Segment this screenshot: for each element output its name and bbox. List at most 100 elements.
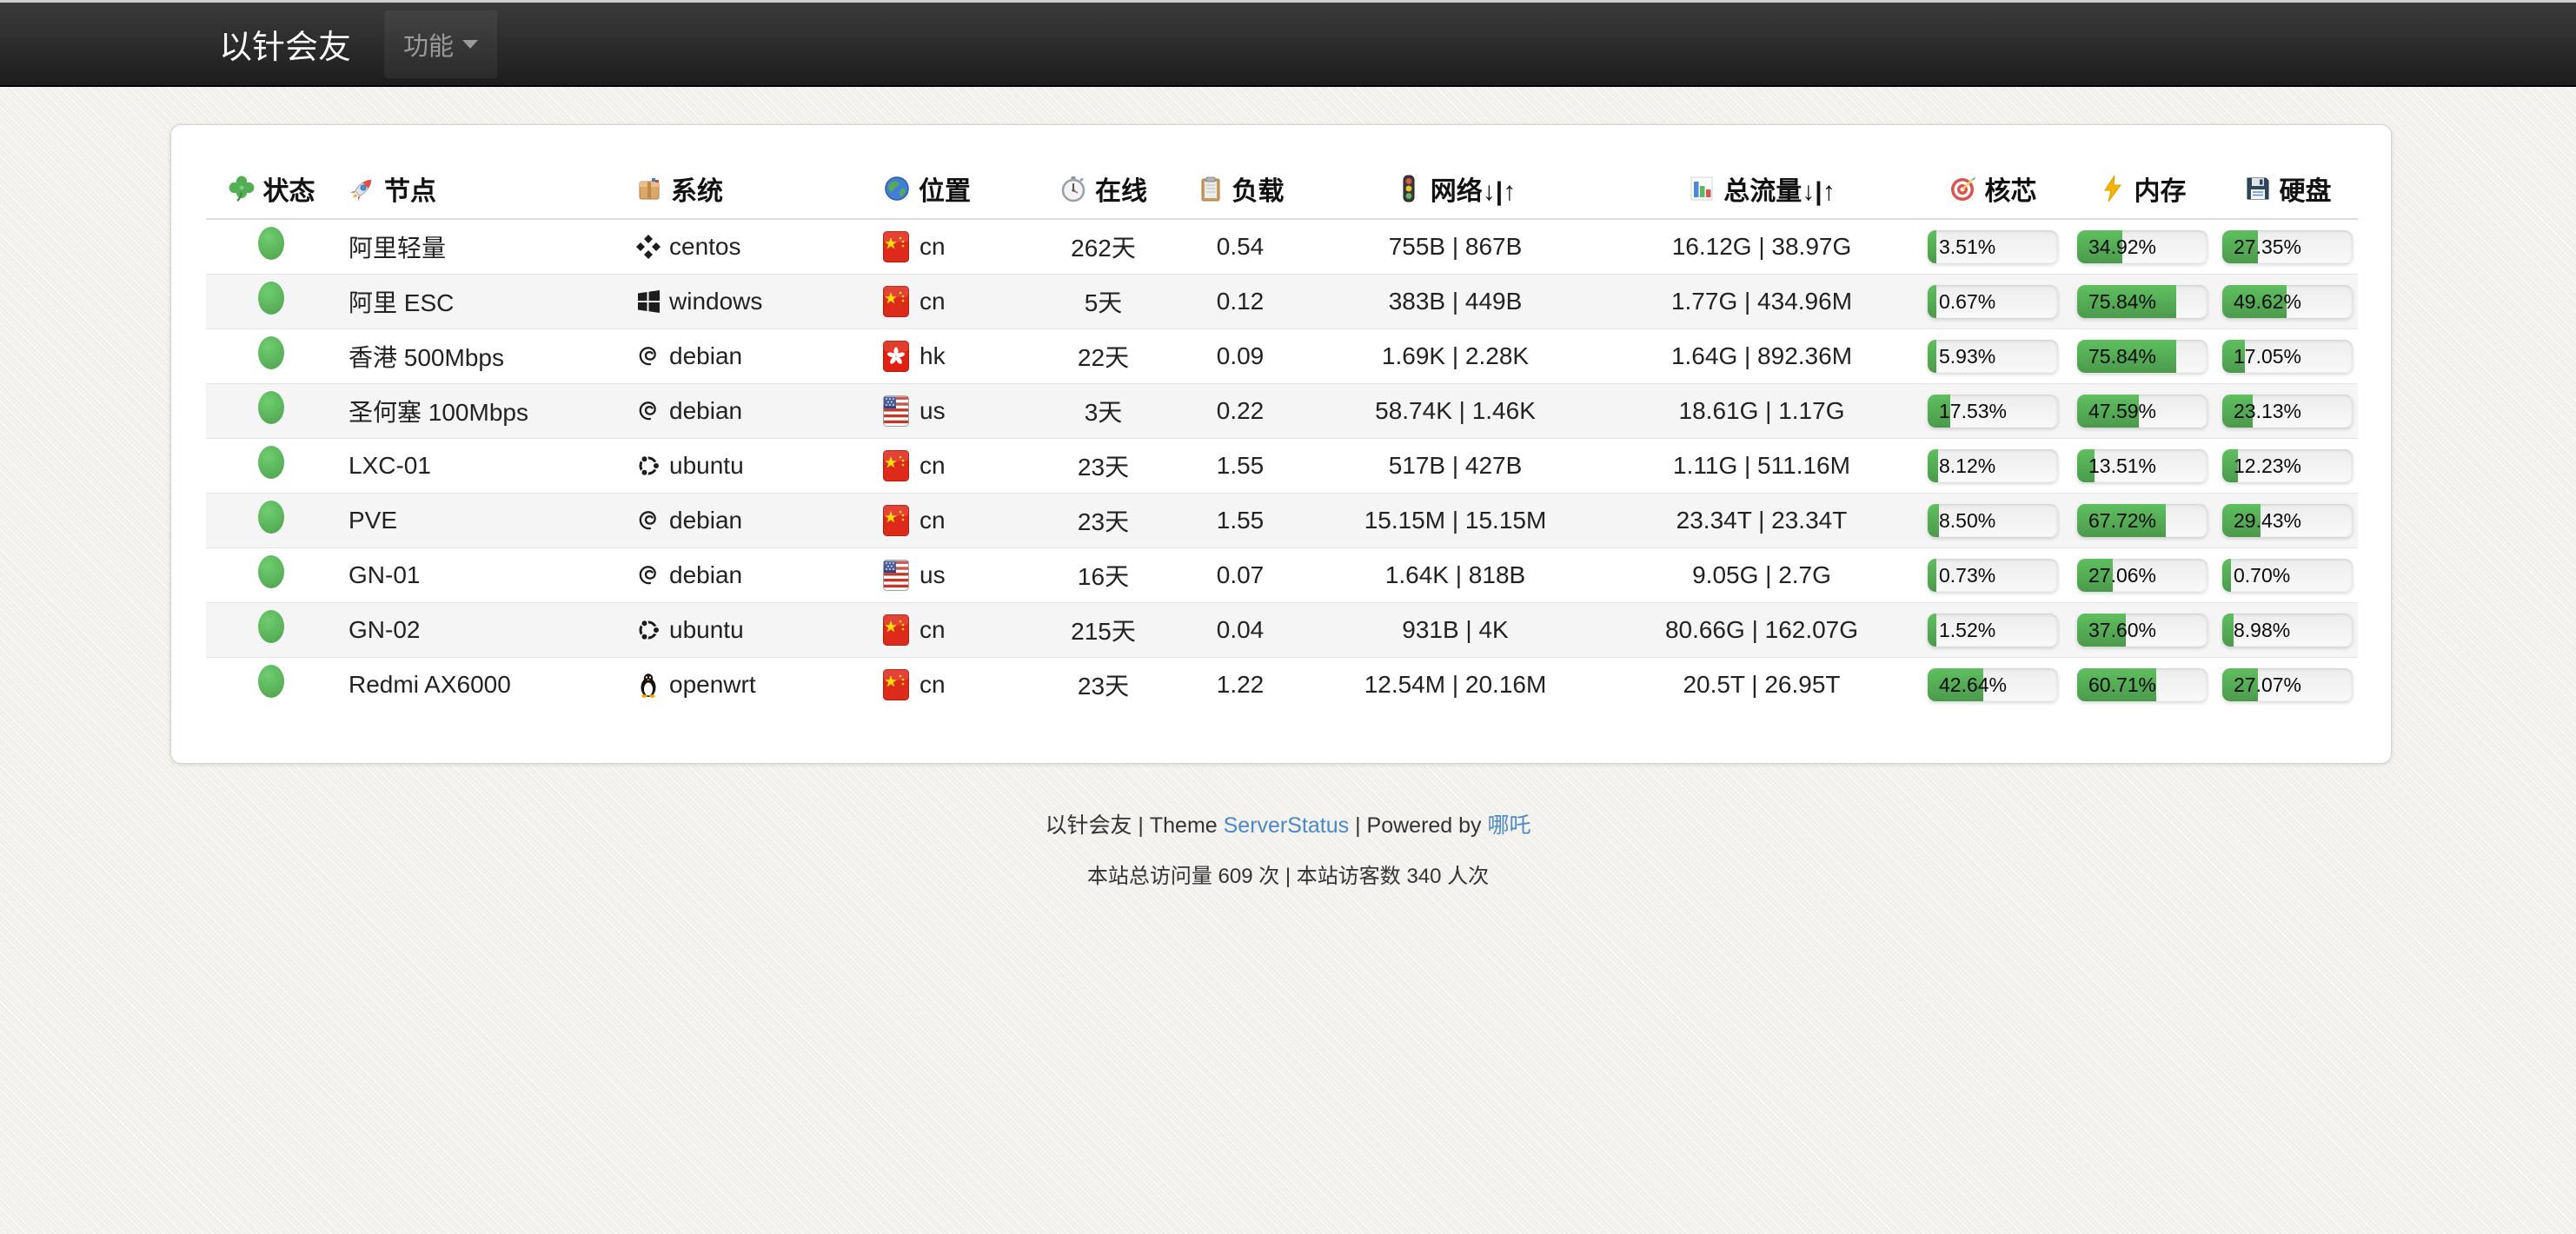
server-row[interactable]: GN-02ubuntucn215天0.04931B | 4K80.66G | 1… — [206, 602, 2358, 657]
chevron-down-icon — [462, 40, 478, 49]
load-value: 0.12 — [1175, 274, 1305, 328]
os-name: centos — [669, 233, 741, 261]
ubuntu-icon — [635, 617, 661, 643]
uptime-value: 23天 — [1032, 657, 1175, 712]
features-menu-button[interactable]: 功能 — [384, 10, 497, 78]
theme-link[interactable]: ServerStatus — [1224, 813, 1350, 838]
target-icon — [1949, 175, 1977, 202]
server-status-panel: 状态节点系统位置在线负载网络↓|↑总流量↓|↑核芯内存硬盘 阿里轻量centos… — [170, 124, 2392, 764]
openwrt-icon — [635, 672, 661, 698]
traffic-value: 1.11G | 511.16M — [1605, 438, 1918, 493]
os-name: ubuntu — [669, 452, 744, 480]
node-name: LXC-01 — [336, 438, 623, 493]
os-name: openwrt — [669, 671, 756, 699]
disk-usage-value: 8.98% — [2234, 614, 2290, 647]
node-name: 圣何塞 100Mbps — [336, 383, 623, 438]
server-row[interactable]: PVEdebiancn23天1.5515.15M | 15.15M23.34T … — [206, 493, 2358, 547]
location-code: hk — [920, 342, 946, 370]
hk-flag-icon — [883, 341, 909, 372]
cpu-usage-value: 0.73% — [1939, 559, 1995, 592]
cn-flag-icon — [883, 614, 909, 646]
os-name: ubuntu — [669, 616, 744, 644]
bar-chart-icon — [1688, 175, 1716, 202]
network-value: 931B | 4K — [1305, 602, 1605, 657]
os-name: debian — [669, 342, 742, 370]
cn-flag-icon — [883, 286, 909, 317]
column-header-label: 状态 — [263, 169, 315, 208]
disk-usage-value: 27.35% — [2234, 230, 2301, 263]
disk-usage-value: 29.43% — [2234, 504, 2301, 537]
cpu-usage-value: 0.67% — [1939, 285, 1995, 318]
cpu-usage-value: 8.50% — [1939, 504, 1995, 537]
ram-usage-bar: 34.92% — [2077, 230, 2208, 263]
load-value: 1.55 — [1175, 438, 1305, 493]
network-value: 15.15M | 15.15M — [1305, 493, 1605, 547]
ram-usage-bar: 75.84% — [2077, 285, 2208, 318]
uptime-value: 22天 — [1032, 328, 1175, 383]
ram-usage-bar: 47.59% — [2077, 395, 2208, 428]
cpu-usage-bar: 8.50% — [1928, 504, 2058, 537]
stopwatch-icon — [1059, 175, 1087, 202]
navbar: 以针会友 功能 — [0, 3, 2576, 87]
status-online-dot — [258, 555, 284, 588]
column-header-node: 节点 — [336, 158, 623, 219]
column-header-label: 系统 — [671, 169, 723, 208]
disk-usage-bar: 27.35% — [2222, 230, 2353, 263]
location-code: us — [920, 397, 946, 425]
debian-icon — [635, 508, 661, 534]
cpu-usage-bar: 5.93% — [1928, 340, 2058, 373]
os-name: debian — [669, 397, 742, 425]
server-row[interactable]: 香港 500Mbpsdebianhk22天0.091.69K | 2.28K1.… — [206, 328, 2358, 383]
disk-usage-bar: 8.98% — [2222, 614, 2353, 647]
globe-icon — [883, 175, 911, 202]
os-name: debian — [669, 507, 742, 534]
server-row[interactable]: 圣何塞 100Mbpsdebianus3天0.2258.74K | 1.46K1… — [206, 383, 2358, 438]
column-header-ram: 内存 — [2068, 158, 2217, 219]
column-header-network: 网络↓|↑ — [1305, 158, 1605, 219]
network-value: 383B | 449B — [1305, 274, 1605, 328]
server-row[interactable]: Redmi AX6000openwrtcn23天1.2212.54M | 20.… — [206, 657, 2358, 712]
os-name: debian — [669, 561, 742, 589]
network-value: 1.69K | 2.28K — [1305, 328, 1605, 383]
traffic-value: 16.12G | 38.97G — [1605, 219, 1918, 274]
column-header-status: 状态 — [206, 158, 336, 219]
os-name: windows — [669, 288, 762, 315]
rocket-icon — [349, 175, 376, 202]
cpu-usage-bar: 17.53% — [1928, 395, 2058, 428]
cpu-usage-value: 42.64% — [1939, 668, 2007, 701]
column-header-label: 负载 — [1232, 169, 1285, 208]
location-code: us — [920, 561, 946, 589]
column-header-label: 位置 — [919, 169, 971, 208]
ram-usage-bar: 75.84% — [2077, 340, 2208, 373]
server-row[interactable]: GN-01debianus16天0.071.64K | 818B9.05G | … — [206, 547, 2358, 602]
ram-usage-bar: 60.71% — [2077, 668, 2208, 701]
status-online-dot — [258, 391, 284, 424]
traffic-value: 9.05G | 2.7G — [1605, 547, 1918, 602]
features-menu-label: 功能 — [403, 26, 454, 63]
brand-title[interactable]: 以针会友 — [219, 20, 351, 68]
powered-by-link[interactable]: 哪吒 — [1488, 813, 1531, 838]
cpu-usage-value: 17.53% — [1939, 395, 2007, 428]
ram-usage-value: 75.84% — [2088, 340, 2156, 373]
uptime-value: 3天 — [1032, 383, 1175, 438]
load-value: 0.22 — [1175, 383, 1305, 438]
column-header-load: 负载 — [1175, 158, 1305, 219]
footer-site-name: 以针会友 — [1045, 813, 1132, 838]
status-online-dot — [258, 501, 284, 534]
server-row[interactable]: LXC-01ubuntucn23天1.55517B | 427B1.11G | … — [206, 438, 2358, 493]
server-row[interactable]: 阿里 ESCwindowscn5天0.12383B | 449B1.77G | … — [206, 274, 2358, 328]
windows-icon — [635, 289, 661, 315]
traffic-light-icon — [1395, 175, 1423, 202]
column-header-traffic: 总流量↓|↑ — [1605, 158, 1918, 219]
location-code: cn — [920, 452, 946, 480]
network-value: 1.64K | 818B — [1305, 547, 1605, 602]
cn-flag-icon — [883, 669, 909, 700]
node-name: 香港 500Mbps — [336, 328, 623, 383]
footer-separator: | Theme — [1132, 813, 1223, 838]
disk-usage-value: 27.07% — [2234, 668, 2301, 701]
disk-usage-value: 0.70% — [2234, 559, 2290, 592]
load-value: 0.07 — [1175, 547, 1305, 602]
server-row[interactable]: 阿里轻量centoscn262天0.54755B | 867B16.12G | … — [206, 219, 2358, 274]
clipboard-icon — [1197, 175, 1225, 202]
status-online-dot — [258, 610, 284, 643]
